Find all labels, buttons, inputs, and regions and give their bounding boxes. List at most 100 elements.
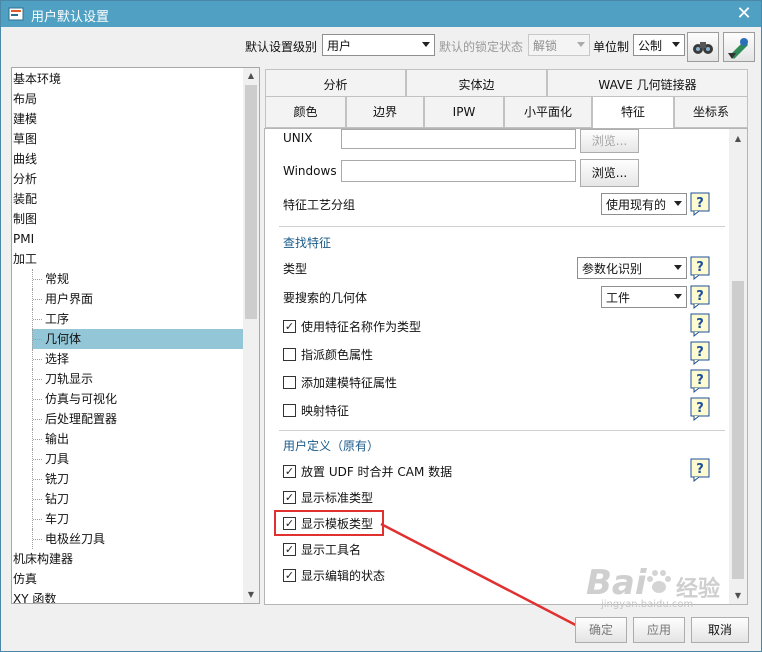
scroll-up-icon[interactable]: ▲ [243,68,259,84]
tree-item[interactable]: 刀轨显示 [32,369,243,389]
tree-item[interactable]: 布局 [13,89,243,109]
windows-label: Windows [283,164,337,178]
tab-color[interactable]: 颜色 [265,96,346,128]
category-tree[interactable]: 基本环境 布局 建模 草图 曲线 分析 装配 制图 PMI 加工 常规 用户界面 工序 几何体 选择 刀轨显示… [11,67,260,604]
tree-item[interactable]: 机床构建器 [13,549,243,569]
checkbox-label: 指派颜色属性 [301,348,374,362]
tree-item[interactable]: 装配 [13,189,243,209]
section-divider [279,430,725,431]
lock-select[interactable]: 解锁 [528,34,590,56]
checkbox[interactable]: ✓ [283,465,296,478]
tree-item[interactable]: PMI [13,229,243,249]
windows-path-field[interactable] [341,160,576,182]
svg-text:?: ? [696,345,704,360]
checkbox[interactable] [283,404,296,417]
geometry-select[interactable]: 工件 [601,286,687,308]
tree-item[interactable]: 车刀 [32,509,243,529]
checkbox-label: 映射特征 [301,404,350,418]
help-icon[interactable]: ? [690,192,710,216]
checkbox[interactable]: ✓ [283,491,296,504]
tab-features[interactable]: 特征 [592,96,674,129]
unit-label: 单位制 [593,40,630,54]
chevron-down-icon [672,42,680,47]
tree-item[interactable]: 常规 [32,269,243,289]
type-select[interactable]: 参数化识别 [577,257,687,279]
scroll-down-icon[interactable]: ▼ [729,588,747,604]
tree-item[interactable]: 基本环境 [13,69,243,89]
tab-faceting[interactable]: 小平面化 [504,96,592,128]
lock-label: 默认的锁定状态 [439,40,524,54]
scroll-up-icon[interactable]: ▲ [729,131,747,147]
svg-text:?: ? [696,196,704,211]
level-select[interactable]: 用户 [322,34,435,56]
tree-item[interactable]: 曲线 [13,149,243,169]
tree-item[interactable]: 输出 [32,429,243,449]
help-icon[interactable]: ? [690,256,710,280]
chevron-down-icon [674,201,682,206]
close-button[interactable]: ✕ [731,3,757,25]
unit-select[interactable]: 公制 [633,34,685,56]
help-icon[interactable]: ? [690,369,710,393]
search-defaults-button[interactable] [687,32,719,62]
checkbox[interactable] [283,348,296,361]
tree-item[interactable]: 几何体 [32,329,243,349]
lock-value: 解锁 [533,39,558,53]
tree-item[interactable]: 钻刀 [32,489,243,509]
tree-item[interactable]: 用户界面 [32,289,243,309]
scroll-down-icon[interactable]: ▼ [243,587,259,603]
binoculars-icon [693,42,713,54]
apply-button[interactable]: 应用 [633,617,685,643]
tree-item[interactable]: 制图 [13,209,243,229]
help-icon[interactable]: ? [690,397,710,421]
tree-item[interactable]: XY 函数 [13,589,243,603]
manage-defaults-button[interactable] [723,32,755,62]
panel-scroll-thumb[interactable] [732,281,744,579]
checkbox-label: 添加建模特征属性 [301,376,398,390]
svg-text:?: ? [696,462,704,477]
tab-ipw[interactable]: IPW [424,96,504,128]
watermark-url: jingyan.baidu.com [601,599,694,610]
browse-windows-button[interactable]: 浏览... [580,159,639,187]
section-divider [279,226,725,227]
title-bar[interactable]: 用户默认设置 ✕ [1,1,761,27]
tree-item[interactable]: 仿真与可视化 [32,389,243,409]
help-icon[interactable]: ? [690,313,710,337]
level-value: 用户 [327,39,352,53]
tab-csys[interactable]: 坐标系 [674,96,748,128]
checkbox[interactable] [283,376,296,389]
tree-item[interactable]: 工序 [32,309,243,329]
help-icon[interactable]: ? [690,458,710,482]
highlight-box [274,510,384,536]
tree-item[interactable]: 后处理配置器 [32,409,243,429]
browse-unix-button[interactable]: 浏览... [580,129,639,153]
feature-group-select[interactable]: 使用现有的 [601,193,687,215]
ok-button[interactable]: 确定 [575,617,627,643]
cancel-button[interactable]: 取消 [691,617,749,643]
type-value: 参数化识别 [582,262,643,276]
unix-path-field[interactable] [341,129,576,149]
tree-item[interactable]: 草图 [13,129,243,149]
checkbox-label: 显示标准类型 [301,491,374,505]
checkbox[interactable]: ✓ [283,569,296,582]
udf-section-title: 用户定义（原有） [283,439,380,453]
tree-item[interactable]: 铣刀 [32,469,243,489]
chevron-down-icon [422,42,430,47]
tree-item[interactable]: 建模 [13,109,243,129]
tab-boundary[interactable]: 边界 [346,96,424,128]
tree-item[interactable]: 电极丝刀具 [32,529,243,549]
tree-item[interactable]: 刀具 [32,449,243,469]
checkbox-label: 显示工具名 [301,543,362,557]
tree-item[interactable]: 选择 [32,349,243,369]
help-icon[interactable]: ? [690,341,710,365]
manage-icon [728,38,748,59]
tree-scroll-thumb[interactable] [245,85,257,319]
tree-scrollbar[interactable]: ▲ ▼ [243,68,259,603]
tree-item[interactable]: 仿真 [13,569,243,589]
checkbox[interactable]: ✓ [283,543,296,556]
help-icon[interactable]: ? [690,285,710,309]
panel-scrollbar[interactable]: ▲ ▼ [729,129,747,604]
tree-item[interactable]: 分析 [13,169,243,189]
checkbox[interactable]: ✓ [283,320,296,333]
geometry-label: 要搜索的几何体 [283,291,368,305]
tree-item[interactable]: 加工 [13,249,243,269]
